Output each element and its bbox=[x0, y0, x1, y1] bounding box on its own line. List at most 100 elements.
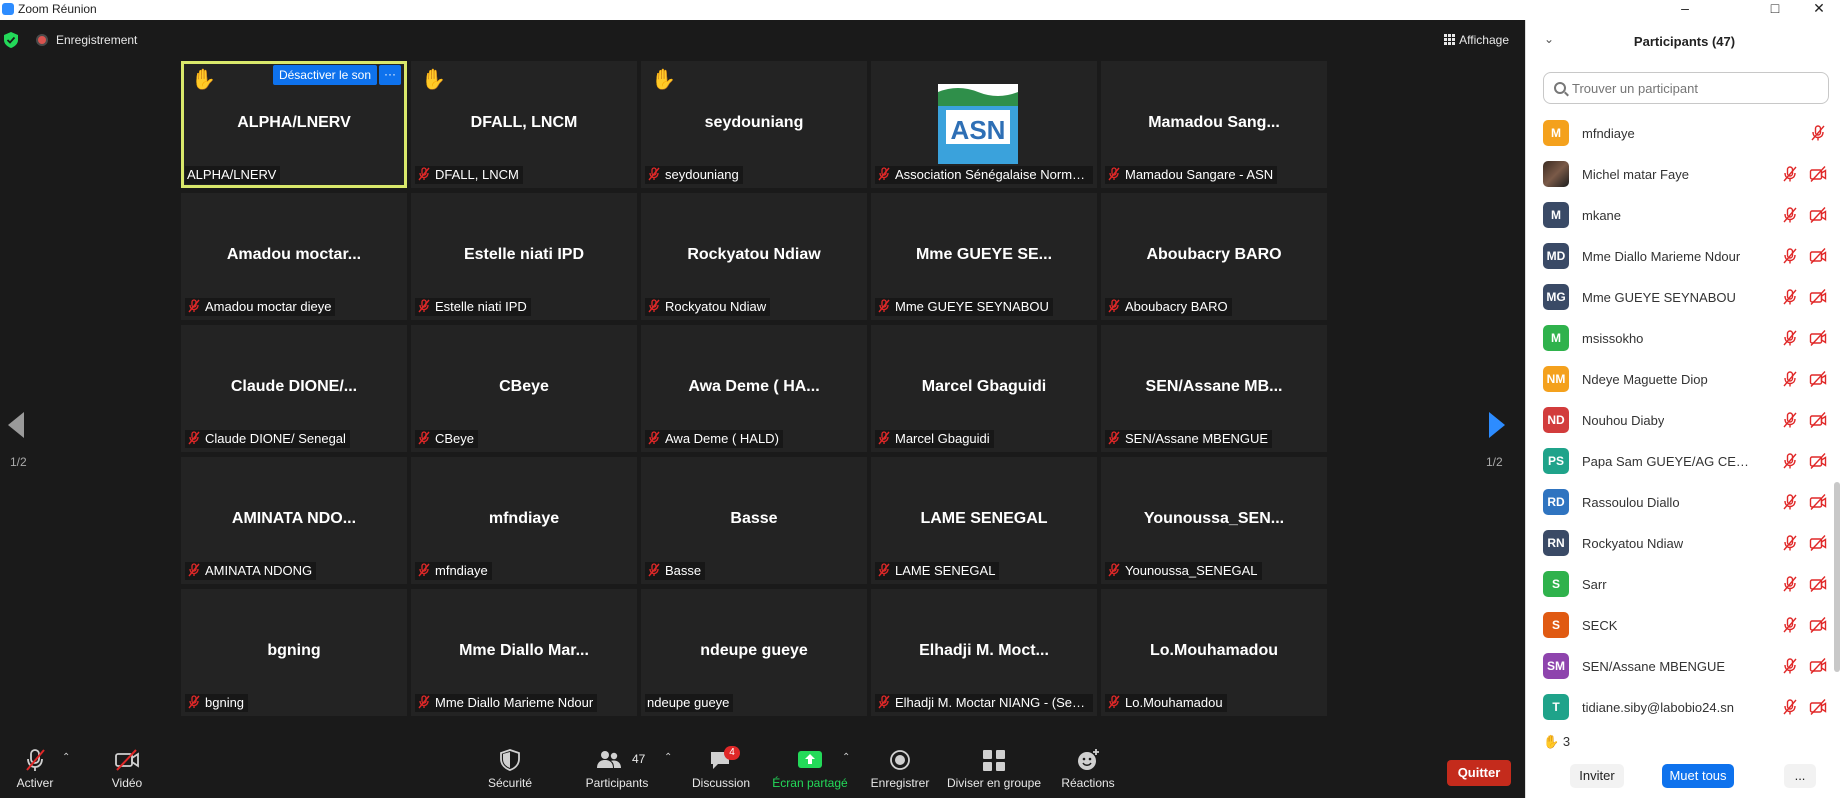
muted-mic-icon[interactable] bbox=[1781, 493, 1799, 511]
video-tile[interactable]: ✋ seydouniang seydouniang bbox=[641, 61, 867, 188]
breakout-rooms-button[interactable]: Diviser en groupe bbox=[944, 738, 1044, 798]
video-tile[interactable]: Estelle niati IPD Estelle niati IPD bbox=[411, 193, 637, 320]
video-off-icon[interactable] bbox=[1809, 247, 1827, 265]
reactions-button[interactable]: Réactions bbox=[1058, 738, 1118, 798]
participant-row[interactable]: Mmfndiaye bbox=[1526, 112, 1831, 153]
video-tile[interactable]: Mme Diallo Mar... Mme Diallo Marieme Ndou… bbox=[411, 589, 637, 716]
participants-options-caret-icon[interactable]: ⌃ bbox=[664, 752, 672, 763]
video-tile[interactable]: Elhadji M. Moct... Elhadji M. Moctar NIAN… bbox=[871, 589, 1097, 716]
muted-mic-icon[interactable] bbox=[1781, 616, 1799, 634]
muted-mic-icon[interactable] bbox=[1781, 575, 1799, 593]
next-page-arrow-icon[interactable] bbox=[1487, 410, 1507, 440]
video-tile[interactable]: ASN Association Sénégalaise Normali... bbox=[871, 61, 1097, 188]
maximize-icon[interactable]: □ bbox=[1752, 0, 1798, 20]
video-off-icon[interactable] bbox=[1809, 698, 1827, 716]
panel-more-button[interactable]: ... bbox=[1784, 764, 1816, 788]
view-button[interactable]: Affichage bbox=[1438, 28, 1515, 52]
video-tile[interactable]: Amadou moctar... Amadou moctar dieye bbox=[181, 193, 407, 320]
quit-button[interactable]: Quitter bbox=[1447, 760, 1511, 786]
video-tile[interactable]: ndeupe gueye ndeupe gueye bbox=[641, 589, 867, 716]
participant-row[interactable]: PS Papa Sam GUEYE/AG CERES-Lo... bbox=[1526, 440, 1831, 481]
video-tile[interactable]: Awa Deme ( HA... Awa Deme ( HALD) bbox=[641, 325, 867, 452]
video-off-icon[interactable] bbox=[1809, 329, 1827, 347]
participant-row[interactable]: RN Rockyatou Ndiaw bbox=[1526, 522, 1831, 563]
video-grid: ✋ Désactiver le son ··· ALPHA/LNERV ALPHA/LN… bbox=[181, 61, 1331, 727]
participant-row[interactable]: SM SEN/Assane MBENGUE bbox=[1526, 645, 1831, 686]
security-button[interactable]: Sécurité bbox=[484, 738, 536, 798]
muted-mic-icon[interactable] bbox=[1781, 411, 1799, 429]
tile-more-button[interactable]: ··· bbox=[379, 65, 401, 85]
video-off-icon[interactable] bbox=[1809, 288, 1827, 306]
video-tile[interactable]: Younoussa_SEN... Younoussa_SENEGAL bbox=[1101, 457, 1327, 584]
video-off-icon[interactable] bbox=[1809, 452, 1827, 470]
participant-search-input[interactable] bbox=[1572, 79, 1822, 97]
video-off-icon[interactable] bbox=[1809, 493, 1827, 511]
video-tile[interactable]: Lo.Mouhamadou Lo.Mouhamadou bbox=[1101, 589, 1327, 716]
previous-page-arrow-icon[interactable] bbox=[6, 410, 26, 440]
participant-row[interactable]: NM Ndeye Maguette Diop bbox=[1526, 358, 1831, 399]
share-options-caret-icon[interactable]: ⌃ bbox=[842, 752, 850, 763]
video-off-icon[interactable] bbox=[1809, 657, 1827, 675]
muted-mic-icon[interactable] bbox=[1781, 698, 1799, 716]
video-tile[interactable]: Rockyatou Ndiaw Rockyatou Ndiaw bbox=[641, 193, 867, 320]
participant-row[interactable]: ND Nouhou Diaby bbox=[1526, 399, 1831, 440]
participant-row[interactable]: Ttidiane.siby@labobio24.sn bbox=[1526, 686, 1831, 727]
video-tile[interactable]: CBeye CBeye bbox=[411, 325, 637, 452]
scrollbar-thumb[interactable] bbox=[1834, 482, 1840, 672]
video-tile[interactable]: ✋ DFALL, LNCM DFALL, LNCM bbox=[411, 61, 637, 188]
muted-mic-icon[interactable] bbox=[1809, 124, 1827, 142]
muted-mic-icon[interactable] bbox=[1781, 657, 1799, 675]
video-off-icon[interactable] bbox=[1809, 575, 1827, 593]
invite-button[interactable]: Inviter bbox=[1570, 764, 1624, 788]
participant-row[interactable]: S SECK bbox=[1526, 604, 1831, 645]
participant-search[interactable] bbox=[1543, 72, 1829, 104]
video-off-icon[interactable] bbox=[1809, 165, 1827, 183]
video-off-icon[interactable] bbox=[1809, 370, 1827, 388]
video-tile[interactable]: Mme GUEYE SE... Mme GUEYE SEYNABOU bbox=[871, 193, 1097, 320]
record-button[interactable]: Enregistrer bbox=[868, 738, 932, 798]
video-off-icon[interactable] bbox=[1809, 206, 1827, 224]
video-tile[interactable]: ✋ Désactiver le son ··· ALPHA/LNERV ALPHA/LN… bbox=[181, 61, 407, 188]
muted-mic-icon[interactable] bbox=[1781, 452, 1799, 470]
video-off-icon[interactable] bbox=[1809, 616, 1827, 634]
participant-row[interactable]: S Sarr bbox=[1526, 563, 1831, 604]
video-tile[interactable]: mfndiaye mfndiaye bbox=[411, 457, 637, 584]
muted-mic-icon[interactable] bbox=[1781, 329, 1799, 347]
video-tile[interactable]: Aboubacry BARO Aboubacry BARO bbox=[1101, 193, 1327, 320]
video-tile[interactable]: Claude DIONE/... Claude DIONE/ Senegal bbox=[181, 325, 407, 452]
muted-mic-icon[interactable] bbox=[1781, 165, 1799, 183]
video-tile[interactable]: Basse Basse bbox=[641, 457, 867, 584]
video-off-icon[interactable] bbox=[1809, 411, 1827, 429]
audio-options-caret-icon[interactable]: ⌃ bbox=[62, 752, 70, 763]
video-tile[interactable]: bgning bgning bbox=[181, 589, 407, 716]
participant-row[interactable]: Mmkane bbox=[1526, 194, 1831, 235]
mute-all-button[interactable]: Muet tous bbox=[1662, 764, 1734, 788]
tile-unmute-button[interactable]: Désactiver le son bbox=[272, 65, 377, 85]
share-screen-button[interactable]: Écran partagé bbox=[772, 738, 848, 798]
participant-row[interactable]: Mmsissokho bbox=[1526, 317, 1831, 358]
participant-list-scrollbar[interactable] bbox=[1833, 112, 1841, 730]
muted-mic-icon[interactable] bbox=[1781, 370, 1799, 388]
video-tile[interactable]: LAME SENEGAL LAME SENEGAL bbox=[871, 457, 1097, 584]
participants-button[interactable]: 47 Participants bbox=[582, 738, 652, 798]
participant-name: Mme GUEYE SEYNABOU bbox=[1582, 290, 1736, 305]
video-tile[interactable]: AMINATA NDO... AMINATA NDONG bbox=[181, 457, 407, 584]
unmute-button[interactable]: Activer bbox=[12, 738, 58, 798]
participant-row[interactable]: MG Mme GUEYE SEYNABOU bbox=[1526, 276, 1831, 317]
video-tile[interactable]: Marcel Gbaguidi Marcel Gbaguidi bbox=[871, 325, 1097, 452]
participant-row[interactable]: Michel matar Faye bbox=[1526, 153, 1831, 194]
muted-mic-icon[interactable] bbox=[1781, 206, 1799, 224]
video-button[interactable]: Vidéo bbox=[106, 738, 148, 798]
muted-mic-icon[interactable] bbox=[1781, 534, 1799, 552]
participant-row[interactable]: RD Rassoulou Diallo bbox=[1526, 481, 1831, 522]
participant-row[interactable]: MD Mme Diallo Marieme Ndour bbox=[1526, 235, 1831, 276]
minimize-icon[interactable]: – bbox=[1662, 0, 1708, 20]
close-icon[interactable]: ✕ bbox=[1796, 0, 1842, 20]
video-tile[interactable]: Mamadou Sang... Mamadou Sangare - ASN bbox=[1101, 61, 1327, 188]
video-tile[interactable]: SEN/Assane MB... SEN/Assane MBENGUE bbox=[1101, 325, 1327, 452]
chat-button[interactable]: 4 Discussion bbox=[690, 738, 752, 798]
muted-mic-icon[interactable] bbox=[1781, 247, 1799, 265]
muted-mic-icon[interactable] bbox=[1781, 288, 1799, 306]
video-off-icon[interactable] bbox=[1809, 534, 1827, 552]
security-shield-icon[interactable] bbox=[4, 32, 18, 48]
